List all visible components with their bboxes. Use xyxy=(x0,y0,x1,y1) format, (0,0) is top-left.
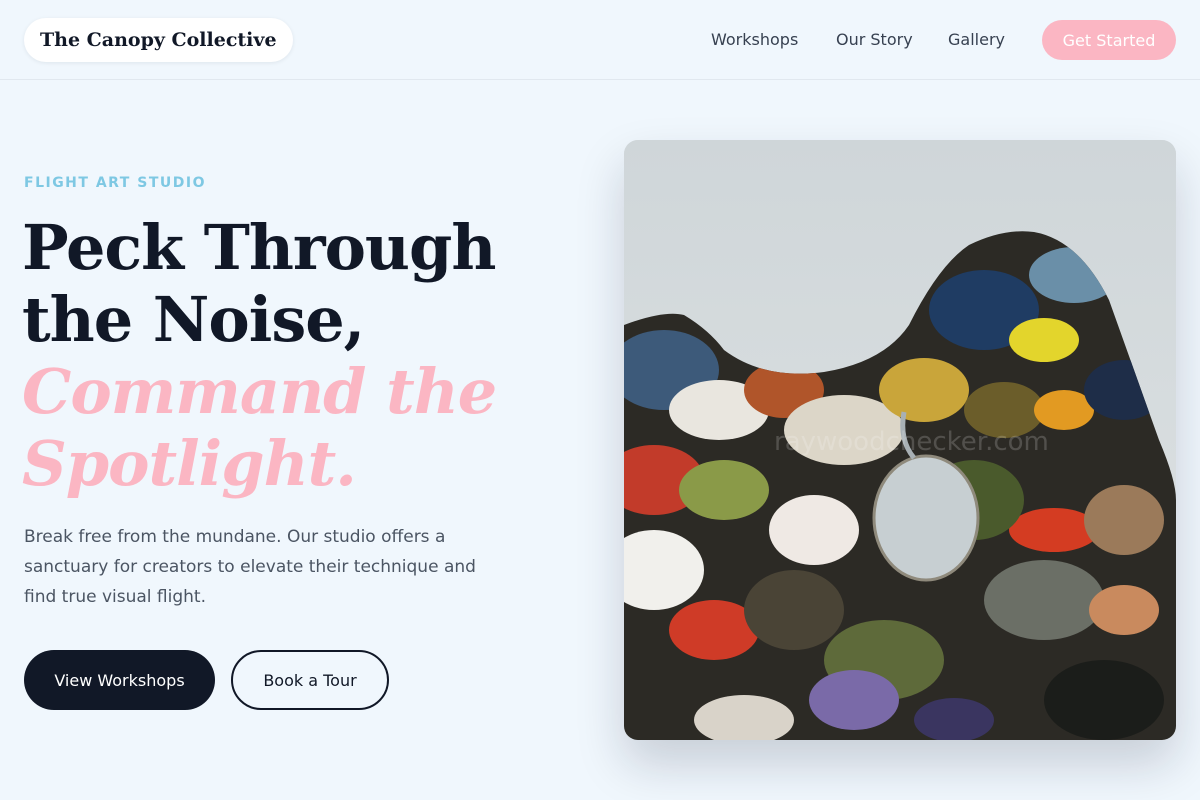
get-started-button[interactable]: Get Started xyxy=(1042,20,1176,60)
nav-link-our-story[interactable]: Our Story xyxy=(836,30,913,49)
headline-accent-line-1: Command the xyxy=(22,355,497,428)
image-watermark: raywoodchecker.com xyxy=(774,427,1049,457)
hero-headline: Peck Through the Noise, Command the Spot… xyxy=(22,212,582,500)
site-header: The Canopy Collective Workshops Our Stor… xyxy=(0,0,1200,80)
headline-accent-line-2: Spotlight. xyxy=(22,427,357,500)
book-a-tour-button[interactable]: Book a Tour xyxy=(231,650,389,710)
headline-line-1: Peck Through xyxy=(22,211,496,284)
view-workshops-button[interactable]: View Workshops xyxy=(24,650,215,710)
nav-link-workshops[interactable]: Workshops xyxy=(711,30,798,49)
nav-link-gallery[interactable]: Gallery xyxy=(948,30,1005,49)
headline-line-2: the Noise, xyxy=(22,283,365,356)
hero-description: Break free from the mundane. Our studio … xyxy=(24,527,476,607)
hero-image-paint-palette: raywoodchecker.com xyxy=(624,140,1176,740)
site-logo[interactable]: The Canopy Collective xyxy=(24,18,293,62)
hero-eyebrow: FLIGHT ART STUDIO xyxy=(24,175,206,191)
